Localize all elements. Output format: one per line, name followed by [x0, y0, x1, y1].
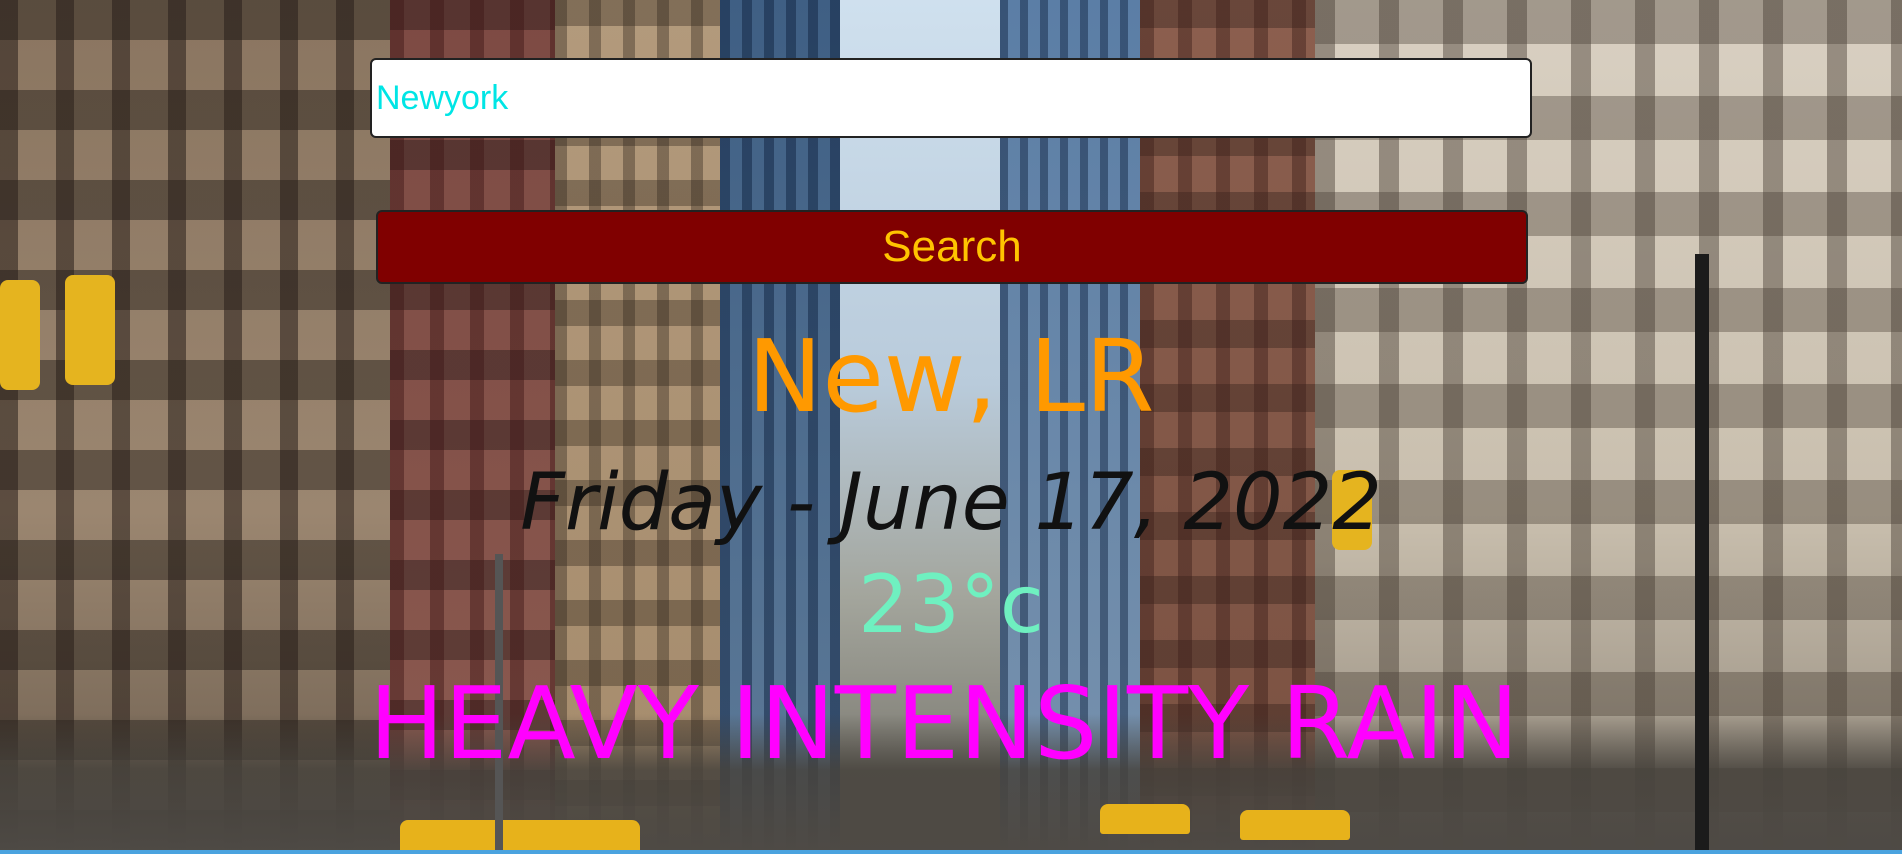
weather-description: HEAVY INTENSITY RAIN: [368, 665, 1520, 782]
taxi-icon: [1240, 810, 1350, 840]
temperature: 23°c: [858, 558, 1044, 651]
taxi-icon: [400, 820, 640, 854]
search-button[interactable]: Search: [376, 210, 1528, 284]
bottom-stripe: [0, 850, 1902, 854]
city-search-input[interactable]: [370, 58, 1532, 138]
city-name: New, LR: [747, 318, 1155, 435]
current-date: Friday - June 17, 2022: [520, 458, 1382, 548]
taxi-icon: [1100, 804, 1190, 834]
